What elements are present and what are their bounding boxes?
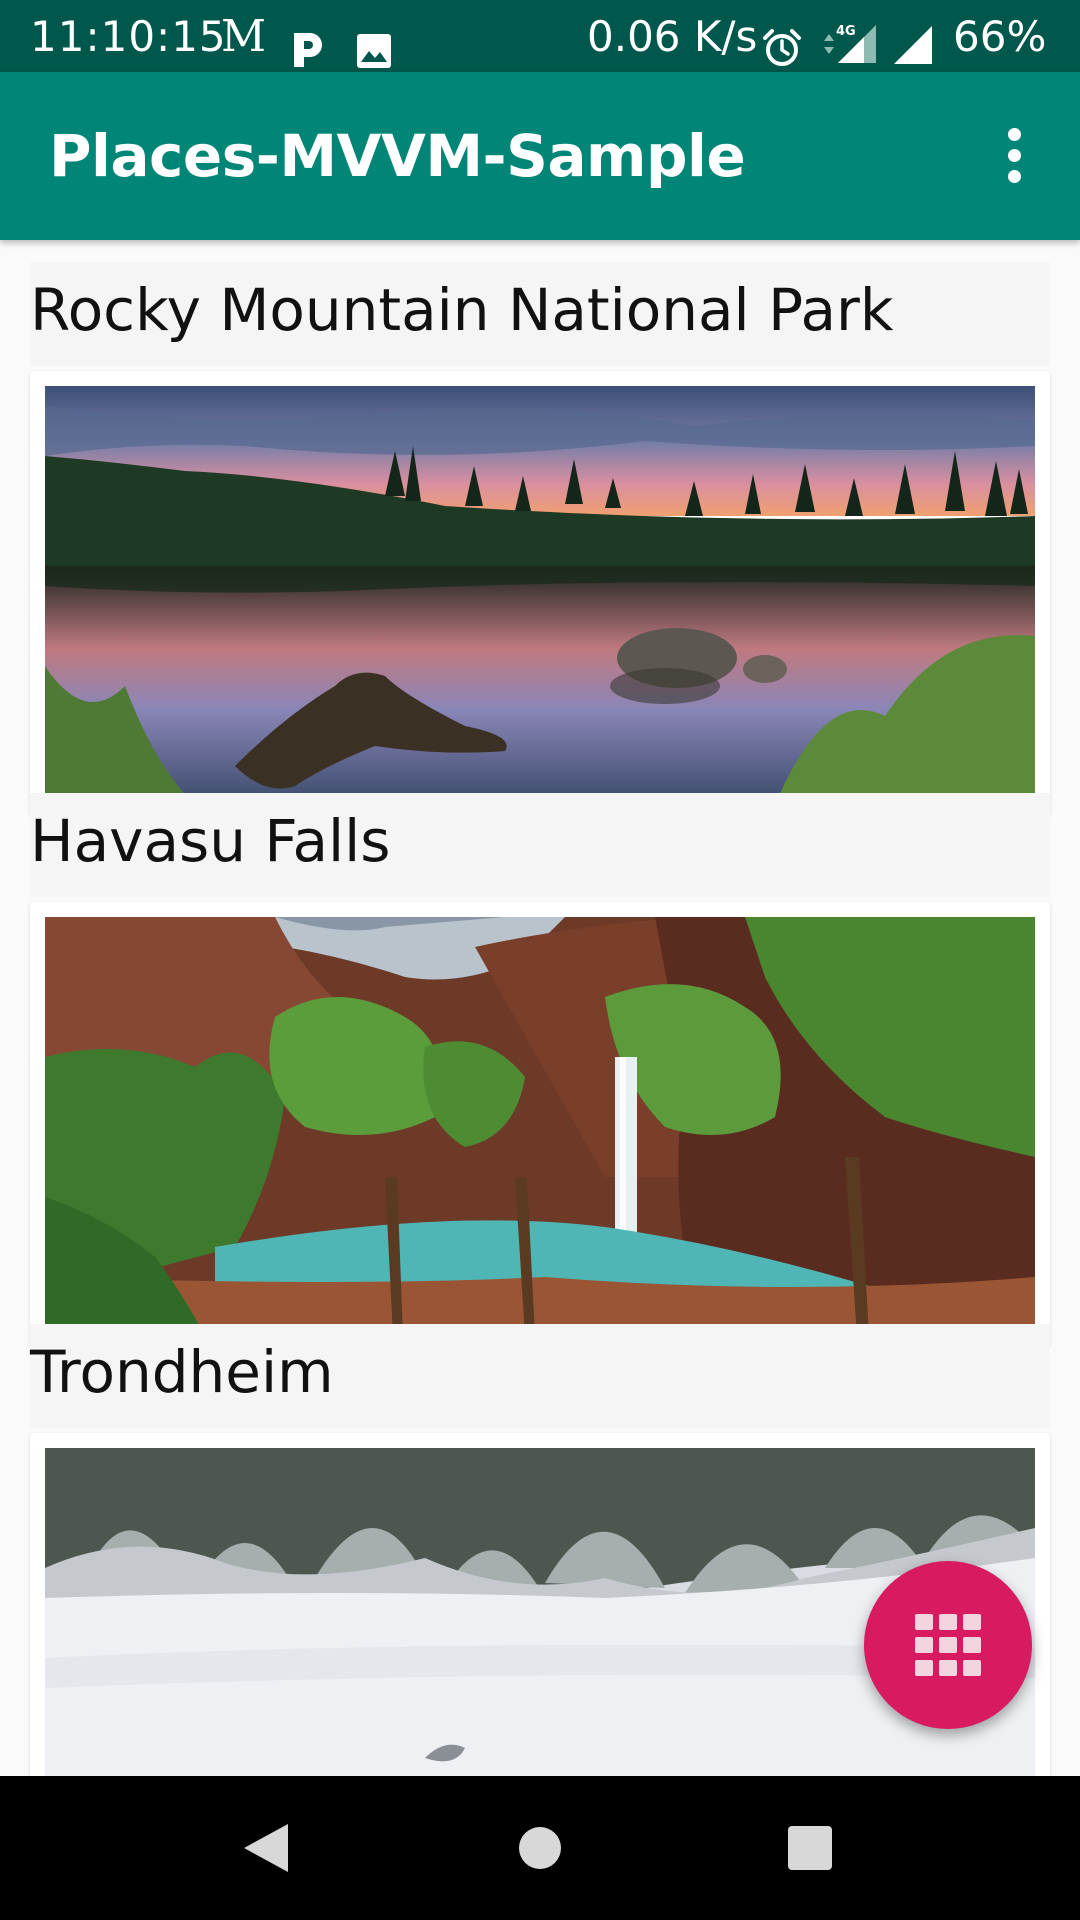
app-bar: Places-MVVM-Sample — [0, 72, 1080, 240]
place-card[interactable] — [30, 902, 1050, 1347]
gmail-icon: M — [221, 11, 267, 62]
recents-icon[interactable] — [760, 1798, 860, 1898]
back-icon[interactable] — [218, 1798, 318, 1898]
network-type-label: 4G — [836, 24, 856, 39]
more-vert-icon[interactable] — [982, 122, 1046, 190]
status-bar: 11:10:15 M 0.06 K/s 4G 66% — [0, 0, 1080, 72]
battery-level: 66% — [953, 12, 1047, 61]
wifi-signal-icon — [892, 15, 934, 64]
home-icon[interactable] — [490, 1798, 590, 1898]
place-card[interactable] — [30, 371, 1050, 816]
navigation-bar — [0, 1776, 1080, 1920]
place-list[interactable]: Rocky Mountain National Park Havasu Fall… — [0, 240, 1080, 1776]
fab-button[interactable] — [864, 1561, 1032, 1729]
image-icon — [356, 18, 392, 68]
place-name: Trondheim — [30, 1324, 1050, 1428]
parking-icon — [290, 18, 324, 67]
grid-icon — [915, 1614, 981, 1676]
place-name: Rocky Mountain National Park — [30, 262, 1050, 366]
place-photo — [45, 917, 1035, 1336]
status-time: 11:10:15 — [30, 12, 227, 61]
network-speed: 0.06 K/s — [587, 12, 758, 61]
mobile-signal-icon: 4G — [816, 14, 882, 63]
place-name: Havasu Falls — [30, 793, 1050, 897]
place-photo — [45, 386, 1035, 805]
alarm-icon — [762, 17, 802, 66]
screen: 11:10:15 M 0.06 K/s 4G 66% Places-MVVM-S… — [0, 0, 1080, 1920]
app-title: Places-MVVM-Sample — [49, 122, 746, 190]
